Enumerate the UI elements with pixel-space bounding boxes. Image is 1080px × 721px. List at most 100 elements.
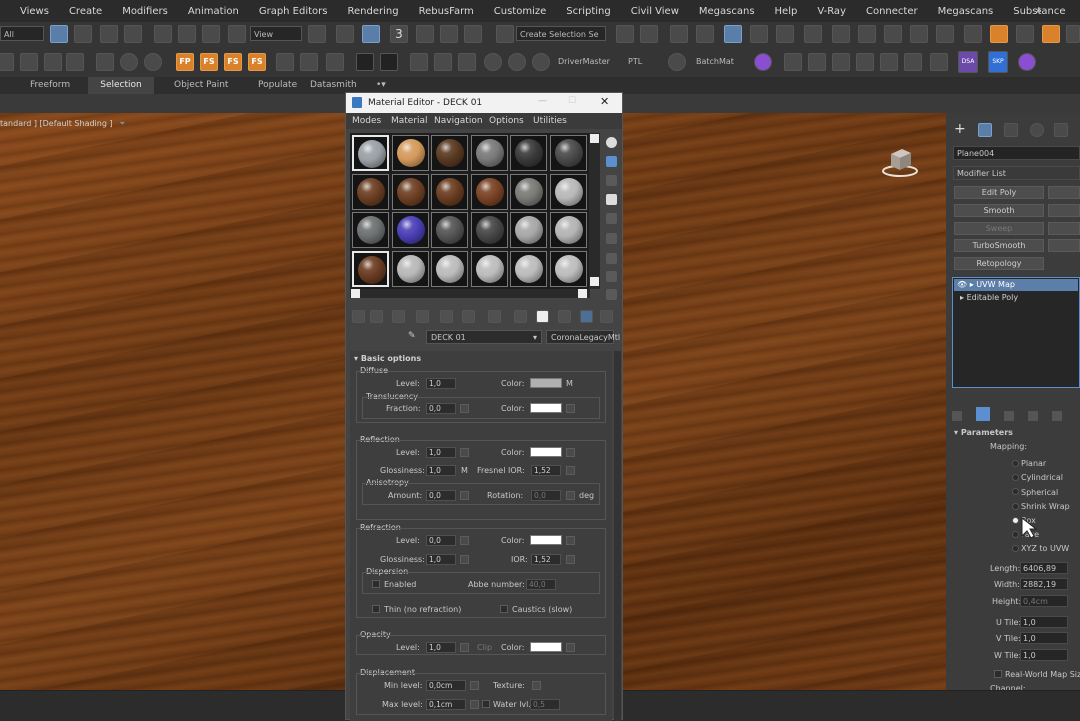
radio-shrink-wrap[interactable] <box>1012 503 1019 510</box>
water-level-checkbox[interactable] <box>482 700 490 708</box>
reflection-color-map-button[interactable] <box>566 448 575 457</box>
menu-civil-view[interactable]: Civil View <box>621 6 689 17</box>
hex-icon-1[interactable] <box>356 53 374 71</box>
create-tab-icon[interactable]: + <box>954 122 968 137</box>
material-editor-titlebar[interactable]: Material Editor - DECK 01 — ☐ ✕ <box>346 93 622 113</box>
object-name-field[interactable]: Plane004 <box>953 146 1080 160</box>
keyboard-shortcut-override-icon[interactable] <box>362 25 380 43</box>
script-icon-1[interactable] <box>0 53 14 71</box>
plugin-gear-icon[interactable] <box>326 53 344 71</box>
parameters-header[interactable]: ▾ Parameters <box>954 428 1013 437</box>
script-icon-3[interactable] <box>44 53 62 71</box>
refraction-color-swatch[interactable] <box>530 535 562 545</box>
remove-modifier-icon[interactable] <box>1028 411 1038 421</box>
opacity-level-map-button[interactable] <box>460 643 469 652</box>
show-end-result-mat-icon[interactable] <box>536 310 549 323</box>
align-icon[interactable] <box>640 25 658 43</box>
sweep-button[interactable]: Sweep <box>954 222 1044 235</box>
refraction-level-map-button[interactable] <box>460 536 469 545</box>
menu-rendering[interactable]: Rendering <box>338 6 409 17</box>
move-icon[interactable] <box>154 25 172 43</box>
material-slot[interactable] <box>391 135 429 171</box>
script-icon-2[interactable] <box>20 53 38 71</box>
menu-megascans[interactable]: Megascans <box>689 6 765 17</box>
scroll-down-arrow-icon[interactable] <box>590 277 599 286</box>
corona-render-icon[interactable] <box>964 25 982 43</box>
video-color-check-icon[interactable] <box>606 213 617 224</box>
me-menu-modes[interactable]: Modes <box>352 116 381 126</box>
opacity-level-spinner[interactable]: 1,0 <box>426 642 456 653</box>
menu-rebusfarm[interactable]: RebusFarm <box>409 6 484 17</box>
expand-arrow-icon[interactable]: ▸ <box>960 293 964 302</box>
eyedropper-icon[interactable]: ✎ <box>408 331 416 341</box>
material-slot[interactable] <box>549 250 587 287</box>
put-to-scene-icon[interactable] <box>370 310 383 323</box>
mirror-icon[interactable] <box>616 25 634 43</box>
edit-named-sel-icon[interactable] <box>496 25 514 43</box>
save-icon[interactable] <box>96 53 114 71</box>
dsa-icon[interactable]: DSA <box>958 51 978 73</box>
menu-scripting[interactable]: Scripting <box>556 6 620 17</box>
utile-spinner[interactable]: 1,0 <box>1020 616 1068 628</box>
snaps-toggle-icon[interactable]: 3 <box>390 25 408 43</box>
window-crossing-icon[interactable] <box>124 25 142 43</box>
vray-frame-buffer-icon[interactable] <box>936 25 954 43</box>
caustics-checkbox[interactable] <box>500 605 508 613</box>
min-level-map-button[interactable] <box>470 681 479 690</box>
select-by-material-icon[interactable] <box>606 271 617 282</box>
material-slot[interactable] <box>470 212 508 248</box>
close-icon[interactable]: ✕ <box>600 95 609 108</box>
viewcube-icon[interactable] <box>880 142 920 182</box>
plugin-cloud-icon[interactable] <box>1016 25 1034 43</box>
opacity-color-swatch[interactable] <box>530 642 562 652</box>
fs-icon-3[interactable]: FS <box>248 53 266 71</box>
anisotropy-rotation-spinner[interactable]: 0,0 <box>531 490 561 501</box>
menu-connecter[interactable]: Connecter <box>856 6 928 17</box>
menu-create[interactable]: Create <box>59 6 112 17</box>
opacity-color-map-button[interactable] <box>566 643 575 652</box>
eye-icon[interactable]: 👁 <box>957 280 967 289</box>
get-material-icon[interactable] <box>352 310 365 323</box>
menu-views[interactable]: Views <box>0 6 59 17</box>
modifier-button-r2[interactable] <box>1048 204 1080 217</box>
material-slot[interactable] <box>549 212 587 248</box>
diffuse-level-spinner[interactable]: 1,0 <box>426 378 456 389</box>
radio-planar[interactable] <box>1012 460 1019 467</box>
tab-populate[interactable]: Populate <box>258 77 297 94</box>
modifier-list-combo[interactable]: Modifier List <box>953 166 1080 180</box>
rotate-icon[interactable] <box>178 25 196 43</box>
translucency-color-map-button[interactable] <box>566 404 575 413</box>
scale-icon[interactable] <box>202 25 220 43</box>
pen-icon[interactable] <box>434 53 452 71</box>
material-slot[interactable] <box>510 250 547 287</box>
material-slot[interactable] <box>391 173 429 210</box>
tools-cross-icon[interactable] <box>276 53 294 71</box>
me-menu-utilities[interactable]: Utilities <box>533 116 567 126</box>
water-level-spinner[interactable]: 0,5 <box>530 699 560 710</box>
anisotropy-amount-spinner[interactable]: 0,0 <box>426 490 456 501</box>
render-iterative-icon[interactable] <box>910 25 928 43</box>
texture-map-button[interactable] <box>532 681 541 690</box>
settings-icon[interactable] <box>144 53 162 71</box>
material-editor-icon[interactable] <box>804 25 822 43</box>
max-level-map-button[interactable] <box>470 700 479 709</box>
grid-icon[interactable] <box>300 53 318 71</box>
script-icon-4[interactable] <box>66 53 84 71</box>
scene-explorer-icon[interactable] <box>670 25 688 43</box>
material-type-button[interactable]: CoronaLegacyMtl <box>546 330 620 344</box>
menu-help[interactable]: Help <box>765 6 808 17</box>
toolbar-icon-b[interactable] <box>808 53 826 71</box>
toolbar-icon-a[interactable] <box>784 53 802 71</box>
retopology-button[interactable]: Retopology <box>954 257 1044 270</box>
menu-overflow-icon[interactable]: » <box>1035 4 1042 17</box>
modifier-stack[interactable]: 👁 ▸ UVW Map ▸ Editable Poly <box>952 277 1080 388</box>
fresnel-ior-map-button[interactable] <box>566 466 575 475</box>
ior-map-button[interactable] <box>566 555 575 564</box>
angle-snap-icon[interactable] <box>416 25 434 43</box>
vtile-spinner[interactable]: 1,0 <box>1020 632 1068 644</box>
pivot-icon[interactable] <box>308 25 326 43</box>
percent-snap-icon[interactable] <box>440 25 458 43</box>
loop-icon[interactable] <box>458 53 476 71</box>
configure-sets-icon[interactable] <box>1052 411 1062 421</box>
toolbar-icon-g[interactable] <box>930 53 948 71</box>
